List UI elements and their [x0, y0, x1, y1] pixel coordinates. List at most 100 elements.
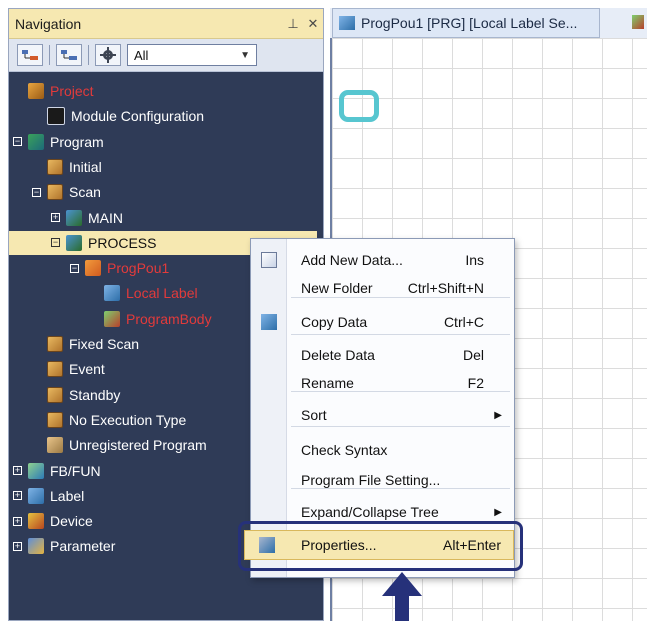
menu-separator	[291, 391, 510, 392]
tree-item[interactable]: Module Configuration	[32, 104, 204, 128]
collapse-tree-icon	[61, 50, 77, 60]
tree-item[interactable]: Unregistered Program	[32, 433, 207, 457]
close-icon[interactable]: ✕	[303, 16, 323, 32]
menu-item[interactable]: Rename F2	[251, 370, 514, 396]
menu-item-label: Delete Data	[301, 347, 375, 363]
tree-item-label: Label	[50, 487, 85, 504]
program-icon	[28, 133, 44, 150]
folder-icon	[47, 386, 63, 403]
menu-item[interactable]: Sort ▶	[251, 402, 514, 428]
folder-icon	[47, 361, 63, 378]
fb-fun-icon	[28, 462, 44, 479]
collapse-icon[interactable]: −	[32, 187, 41, 197]
filter-value: All	[134, 47, 149, 63]
tree-item[interactable]: ProgramBody	[89, 307, 212, 331]
pin-icon[interactable]: ⊥	[283, 16, 303, 32]
tree-item-label: Module Configuration	[71, 108, 205, 125]
folder-icon	[47, 158, 63, 175]
tree-item-label: Project	[50, 83, 94, 99]
navigation-title: Navigation	[15, 15, 82, 32]
menu-item-shortcut: Del	[462, 347, 484, 363]
menu-item[interactable]: Add New Data... Ins	[251, 247, 514, 273]
menu-item-shortcut: F2	[467, 375, 484, 391]
folder-icon	[47, 336, 63, 352]
tree-item[interactable]: − Program	[13, 130, 104, 154]
tree-item[interactable]: Fixed Scan	[32, 332, 139, 356]
menu-separator	[291, 426, 510, 427]
tree-item-label: Scan	[69, 184, 101, 201]
expand-icon[interactable]: +	[51, 213, 60, 222]
tree-item-label: Event	[69, 361, 105, 378]
tree-item-label: Program	[50, 133, 104, 150]
menu-item-shortcut: Ins	[465, 252, 484, 268]
menu-separator	[291, 297, 510, 298]
tree-item[interactable]: + MAIN	[51, 206, 123, 230]
chevron-down-icon: ▼	[240, 49, 250, 61]
editor-cursor	[339, 90, 379, 122]
menu-item[interactable]: Delete Data Del	[251, 342, 514, 368]
tree-view-icon	[22, 50, 38, 60]
expand-icon[interactable]: +	[13, 491, 22, 501]
filter-dropdown[interactable]: All ▼	[127, 44, 257, 66]
tree-item-label: Fixed Scan	[69, 336, 140, 352]
menu-item-label: Program File Setting...	[301, 472, 441, 488]
tree-item[interactable]: Local Label	[89, 281, 198, 305]
menu-item[interactable]: Check Syntax	[251, 437, 514, 463]
tree-item[interactable]: Project	[13, 79, 94, 103]
label-icon	[28, 487, 44, 504]
expand-icon[interactable]: +	[13, 466, 22, 475]
menu-item[interactable]: Copy Data Ctrl+C	[251, 309, 514, 335]
tree-item[interactable]: Standby	[32, 383, 120, 407]
expand-icon[interactable]: +	[13, 541, 22, 551]
toolbar-separator	[49, 45, 50, 65]
collapse-tree-button[interactable]	[56, 44, 82, 66]
collapse-icon[interactable]: −	[51, 238, 60, 248]
tree-item-label: Standby	[69, 386, 121, 403]
label-icon	[104, 285, 120, 302]
menu-item-label: Copy Data	[301, 314, 368, 330]
program-body-icon	[104, 310, 120, 327]
tree-item-label: Unregistered Program	[69, 437, 207, 454]
folder-icon	[47, 411, 63, 428]
collapse-icon[interactable]: −	[13, 137, 22, 147]
pou-icon	[85, 260, 101, 277]
menu-item-label: Rename	[301, 375, 354, 391]
tree-item[interactable]: + FB/FUN	[13, 459, 101, 483]
device-icon	[28, 513, 44, 530]
tree-view-button[interactable]	[17, 44, 43, 66]
folder-icon	[47, 184, 63, 201]
tree-item[interactable]: No Execution Type	[32, 408, 186, 432]
editor-tab[interactable]: ProgPou1 [PRG] [Local Label Se...	[332, 8, 600, 38]
navigation-header: Navigation ⊥ ✕	[9, 9, 323, 39]
menu-item-label: New Folder	[301, 280, 373, 296]
tree-item-label: PROCESS	[88, 234, 157, 251]
tree-item[interactable]: Event	[32, 357, 105, 381]
unregistered-icon	[47, 437, 63, 454]
navigation-toolbar: All ▼	[9, 39, 323, 72]
tree-item[interactable]: + Device	[13, 509, 93, 533]
menu-item-label: Expand/Collapse Tree	[301, 504, 439, 520]
tree-item[interactable]: + Label	[13, 484, 84, 508]
tree-item[interactable]: − Scan	[32, 180, 101, 204]
local-label-icon	[339, 16, 355, 30]
tree-item[interactable]: + Parameter	[13, 534, 115, 558]
settings-button[interactable]	[95, 44, 121, 66]
module-icon	[47, 107, 65, 126]
tree-item-label: Local Label	[126, 285, 198, 302]
menu-item[interactable]: Program File Setting...	[251, 467, 514, 493]
tree-item[interactable]: Initial	[32, 155, 102, 179]
menu-item-label: Add New Data...	[301, 252, 403, 268]
collapse-icon[interactable]: −	[70, 263, 79, 273]
tree-item[interactable]: − ProgPou1	[70, 256, 169, 280]
expand-icon[interactable]: +	[13, 516, 22, 526]
menu-item-shortcut: Ctrl+C	[443, 314, 484, 330]
program-body-tab-icon[interactable]	[632, 15, 644, 29]
program-file-icon	[66, 234, 82, 251]
